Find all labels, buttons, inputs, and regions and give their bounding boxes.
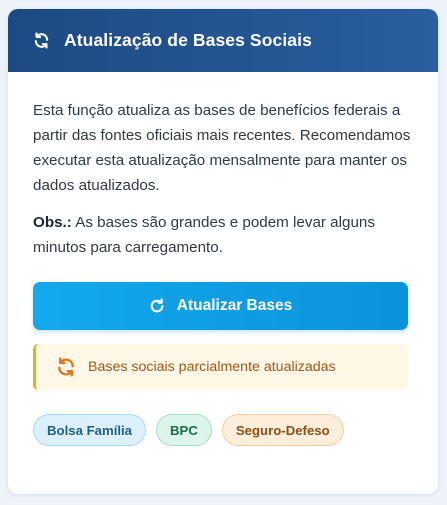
- sync-icon: [33, 32, 50, 49]
- status-alert: Bases sociais parcialmente atualizadas: [33, 344, 408, 390]
- update-bases-button[interactable]: Atualizar Bases: [33, 282, 408, 330]
- obs-text: As bases são grandes e podem levar algun…: [33, 214, 375, 256]
- redo-icon: [149, 298, 165, 314]
- badge-bolsa-familia: Bolsa Família: [33, 414, 147, 446]
- sync-icon: [56, 357, 76, 377]
- badge-bpc: BPC: [156, 414, 212, 446]
- base-badges: Bolsa Família BPC Seguro-Defeso: [33, 414, 413, 446]
- obs-label: Obs.:: [33, 214, 72, 231]
- obs-note: Obs.: As bases são grandes e podem levar…: [33, 210, 413, 260]
- badge-seguro-defeso: Seguro-Defeso: [221, 414, 344, 446]
- card-header: Atualização de Bases Sociais: [8, 9, 438, 72]
- update-bases-button-label: Atualizar Bases: [176, 297, 293, 314]
- card-title: Atualização de Bases Sociais: [64, 30, 312, 50]
- card-body: Esta função atualiza as bases de benefíc…: [8, 72, 438, 446]
- description-text: Esta função atualiza as bases de benefíc…: [33, 102, 411, 194]
- update-bases-card: Atualização de Bases Sociais Esta função…: [8, 9, 438, 494]
- status-text: Bases sociais parcialmente atualizadas: [88, 359, 336, 375]
